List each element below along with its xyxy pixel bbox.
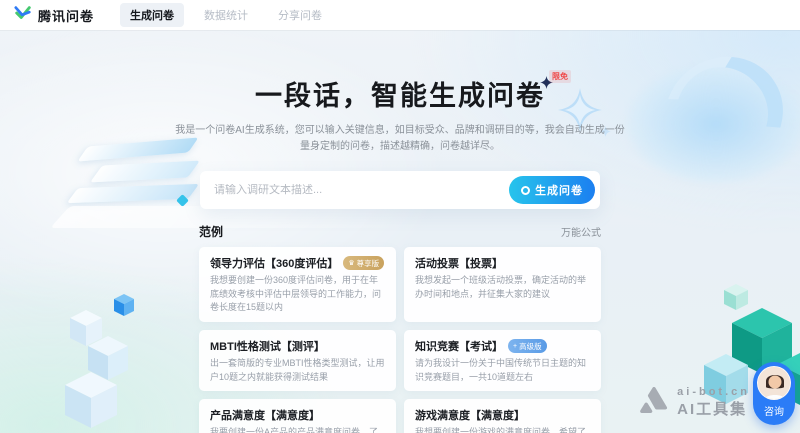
hero-subtitle: 我是一个问卷AI生成系统，您可以输入关键信息，如目标受众、品牌和调研目的等，我会… bbox=[0, 123, 800, 155]
generate-survey-button[interactable]: 生成问卷 bbox=[509, 176, 595, 204]
consult-widget[interactable]: 咨询 bbox=[753, 362, 795, 425]
page-title: 一段话，智能生成问卷 bbox=[255, 81, 545, 111]
survey-prompt-bar: 生成问卷 bbox=[200, 171, 600, 209]
card-title: 知识竞赛【考试】 bbox=[415, 338, 503, 354]
decor-cube-stack-left bbox=[46, 288, 156, 433]
card-title: 游戏满意度【满意度】 bbox=[415, 407, 525, 423]
card-title: 活动投票【投票】 bbox=[415, 255, 503, 271]
generate-ring-icon bbox=[521, 186, 530, 195]
consultant-avatar bbox=[757, 366, 791, 400]
top-navbar: 腾讯问卷 生成问卷 数据统计 分享问卷 bbox=[0, 0, 800, 30]
card-body: 我要创建一份A产品的产品满意度问卷，了解用户对该产品的功能、内容、体验、性能、品… bbox=[210, 426, 385, 433]
ai-bot-logo-icon bbox=[639, 387, 669, 418]
example-card-product-satisfaction[interactable]: 产品满意度【满意度】 我要创建一份A产品的产品满意度问卷，了解用户对该产品的功能… bbox=[199, 399, 396, 433]
app-title: 腾讯问卷 bbox=[38, 6, 94, 25]
tencent-survey-logo-icon bbox=[14, 4, 32, 27]
card-body: 请为我设计一份关于中国传统节日主题的知识竞赛题目，一共10道题左右 bbox=[415, 357, 590, 384]
example-card-activity-vote[interactable]: 活动投票【投票】 我想发起一个班级活动投票，确定活动的举办时间和地点，并征集大家… bbox=[404, 247, 601, 322]
hero-subtitle-line1: 我是一个问卷AI生成系统，您可以输入关键信息，如目标受众、品牌和调研目的等，我会… bbox=[0, 123, 800, 139]
hero-section: 一段话，智能生成问卷 限免 我是一个问卷AI生成系统，您可以输入关键信息，如目标… bbox=[0, 74, 800, 155]
tab-generate-survey[interactable]: 生成问卷 bbox=[120, 3, 184, 27]
card-body: 我想要创建一份游戏的满意度问卷，希望了解玩家对该游戏的满意度，了解玩家的游戏习惯… bbox=[415, 426, 590, 433]
tab-share-survey[interactable]: 分享问卷 bbox=[268, 3, 332, 27]
examples-heading: 范例 bbox=[199, 223, 223, 240]
card-title: 产品满意度【满意度】 bbox=[210, 407, 320, 423]
limited-free-badge: 限免 bbox=[549, 70, 571, 83]
tab-data-statistics[interactable]: 数据统计 bbox=[194, 3, 258, 27]
card-body: 出一套简版的专业MBTI性格类型测试，让用户10题之内就能获得测试结果 bbox=[210, 357, 385, 384]
examples-section: 范例 万能公式 领导力评估【360度评估】 ♛ 尊享版 我想要创建一份360度评… bbox=[199, 223, 601, 433]
generate-button-label: 生成问卷 bbox=[535, 182, 583, 198]
plus-icon: + bbox=[513, 343, 517, 350]
card-title: 领导力评估【360度评估】 bbox=[210, 255, 338, 271]
nav-tabs: 生成问卷 数据统计 分享问卷 bbox=[120, 3, 332, 27]
premium-badge: ♛ 尊享版 bbox=[343, 256, 384, 270]
crown-icon: ♛ bbox=[348, 260, 354, 267]
advanced-badge: + 高级版 bbox=[508, 339, 547, 353]
badge-label: 尊享版 bbox=[357, 258, 380, 269]
survey-prompt-input[interactable] bbox=[214, 184, 509, 196]
app-logo[interactable]: 腾讯问卷 bbox=[14, 4, 94, 27]
decor-ribbon-2 bbox=[90, 161, 200, 183]
consult-label: 咨询 bbox=[764, 403, 784, 418]
watermark: ai-bot.cn AI工具集 bbox=[639, 386, 750, 419]
example-card-quiz[interactable]: 知识竞赛【考试】 + 高级版 请为我设计一份关于中国传统节日主题的知识竞赛题目，… bbox=[404, 330, 601, 391]
example-card-leadership[interactable]: 领导力评估【360度评估】 ♛ 尊享版 我想要创建一份360度评估问卷，用于在年… bbox=[199, 247, 396, 322]
example-cards-grid: 领导力评估【360度评估】 ♛ 尊享版 我想要创建一份360度评估问卷，用于在年… bbox=[199, 247, 601, 433]
watermark-name: AI工具集 bbox=[677, 398, 750, 419]
card-body: 我想要创建一份360度评估问卷，用于在年底绩效考核中评估中层领导的工作能力，问卷… bbox=[210, 274, 385, 315]
universal-formula-link[interactable]: 万能公式 bbox=[561, 224, 601, 239]
hero-subtitle-line2: 量身定制的问卷，描述越精确，问卷越详尽。 bbox=[0, 139, 800, 155]
watermark-domain: ai-bot.cn bbox=[677, 386, 750, 398]
badge-label: 高级版 bbox=[519, 341, 542, 352]
card-title: MBTI性格测试【测评】 bbox=[210, 338, 325, 354]
example-card-game-satisfaction[interactable]: 游戏满意度【满意度】 我想要创建一份游戏的满意度问卷，希望了解玩家对该游戏的满意… bbox=[404, 399, 601, 433]
card-body: 我想发起一个班级活动投票，确定活动的举办时间和地点，并征集大家的建议 bbox=[415, 274, 590, 301]
example-card-mbti[interactable]: MBTI性格测试【测评】 出一套简版的专业MBTI性格类型测试，让用户10题之内… bbox=[199, 330, 396, 391]
